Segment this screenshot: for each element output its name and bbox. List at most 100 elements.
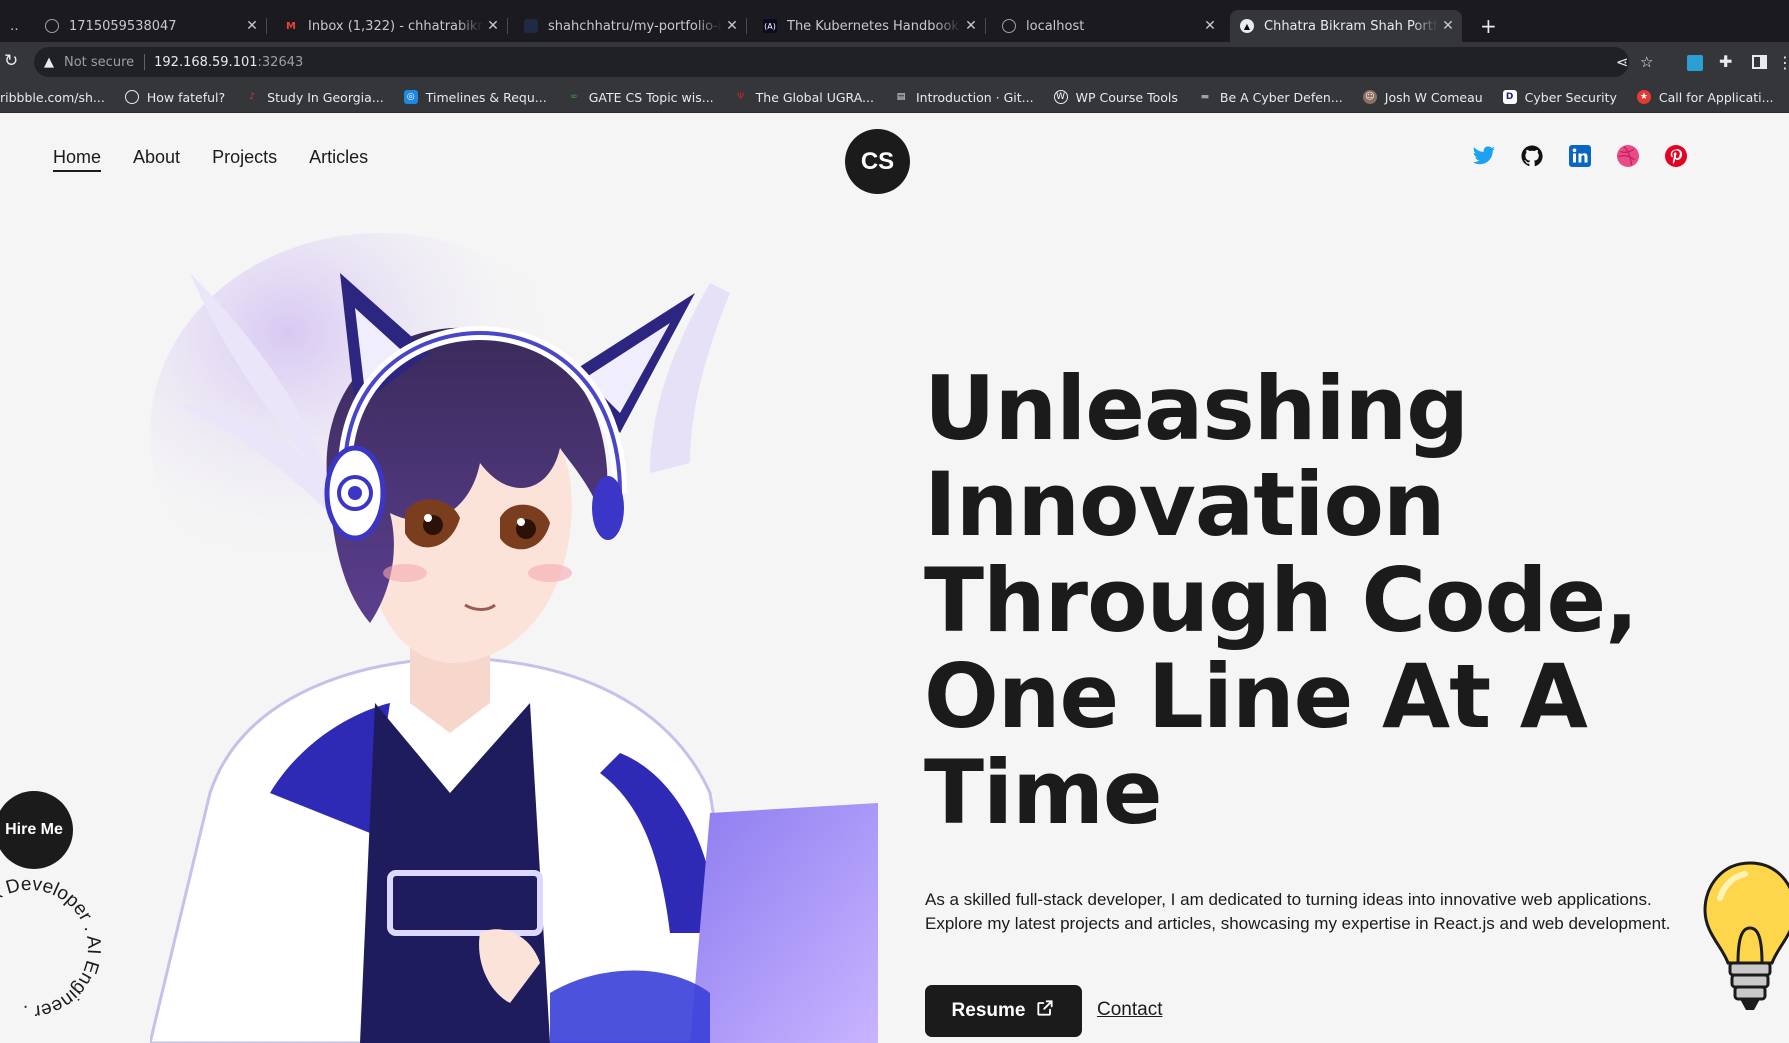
hero-headline: Unleashing Innovation Through Code, One … — [924, 357, 1639, 844]
bookmark-favicon: ★ — [1636, 90, 1651, 104]
bookmark-label: How fateful? — [146, 89, 226, 105]
freecodecamp-icon: (A) — [763, 19, 777, 33]
tab-1[interactable]: 1715059538047 ✕ — [35, 10, 267, 42]
window-title-bar — [0, 0, 1789, 10]
dribbble-icon[interactable] — [1616, 144, 1640, 168]
bookmark-label: ribbble.com/sh... — [0, 89, 105, 105]
site-logo[interactable]: CS — [845, 129, 910, 194]
bookmark-label: Call for Applicati... — [1658, 89, 1774, 105]
tab-2[interactable]: M Inbox (1,322) - chhatrabikram ✕ — [274, 10, 508, 42]
address-bar: ↻ ▲ Not secure 192.168.59.101 :32643 ⋖ ☆… — [0, 42, 1789, 82]
close-icon[interactable]: ✕ — [722, 18, 742, 34]
bookmark-item[interactable]: ★ Call for Applicati... — [1636, 89, 1774, 105]
bookmark-label: Timelines & Requ... — [425, 89, 547, 105]
close-icon[interactable]: ✕ — [1200, 18, 1220, 34]
portfolio-page: Home About Projects Articles CS Unleashi… — [0, 113, 1789, 1043]
pinterest-icon[interactable] — [1664, 144, 1688, 168]
github-icon — [524, 19, 538, 33]
bookmark-item[interactable]: ∞ GATE CS Topic wis... — [567, 90, 714, 105]
bookmark-item[interactable]: How fateful? — [124, 89, 226, 105]
tab-6-active[interactable]: ▲ Chhatra Bikram Shah Portfolio ✕ — [1230, 10, 1462, 42]
close-icon[interactable]: ✕ — [483, 18, 503, 34]
tab-title: localhost — [1026, 18, 1085, 34]
bookmark-label: GATE CS Topic wis... — [588, 89, 714, 105]
extension-icon[interactable] — [1687, 55, 1703, 71]
bookmark-item[interactable]: D Cyber Security — [1502, 89, 1617, 105]
contact-link[interactable]: Contact — [1097, 999, 1162, 1021]
bookmark-favicon: Ψ — [737, 92, 745, 102]
bookmark-label: Cyber Security — [1524, 89, 1617, 105]
avatar-icon: ☺ — [1362, 90, 1377, 104]
resume-button[interactable]: Resume — [925, 985, 1082, 1037]
close-icon[interactable]: ✕ — [242, 18, 262, 34]
vercel-icon: ▲ — [1240, 19, 1254, 33]
bookmark-label: Josh W Comeau — [1384, 89, 1483, 105]
new-tab-button[interactable]: + — [1480, 16, 1497, 36]
tab-title: 1715059538047 — [69, 18, 177, 34]
bookmark-label: Introduction · Git... — [915, 89, 1034, 105]
bookmark-favicon: ▬ — [1200, 92, 1210, 102]
bookmark-item[interactable]: W WP Course Tools — [1053, 89, 1178, 105]
bookmark-label: WP Course Tools — [1075, 89, 1178, 105]
url-field[interactable]: ▲ Not secure 192.168.59.101 :32643 ⋖ ☆ — [34, 47, 1653, 77]
tab-strip: … 1715059538047 ✕ M Inbox (1,322) - chha… — [0, 10, 1789, 42]
close-icon[interactable]: ✕ — [961, 18, 981, 34]
hire-me-button[interactable]: Hire Me — [0, 791, 73, 869]
lightbulb-icon — [1703, 861, 1789, 1010]
profile-icon[interactable]: ⋮ — [1777, 53, 1789, 72]
bookmark-item[interactable]: ▬ Be A Cyber Defen... — [1198, 90, 1343, 105]
bookmark-item[interactable]: ☺ Josh W Comeau — [1362, 89, 1483, 105]
globe-icon — [1002, 19, 1016, 33]
tab-3[interactable]: shahchhatru/my-portfolio-next ✕ — [514, 10, 747, 42]
url-port: :32643 — [257, 54, 304, 70]
anime-character-illustration — [150, 233, 878, 1043]
bookmark-item[interactable]: Ψ The Global UGRA... — [734, 90, 874, 105]
bookmark-favicon: ∞ — [569, 92, 578, 102]
bookmark-item[interactable]: ▤ Introduction · Git... — [894, 90, 1034, 105]
share-icon[interactable]: ⋖ — [1616, 47, 1629, 77]
star-icon[interactable]: ☆ — [1640, 47, 1653, 77]
badge-ring-text: Full Stack Developer . AI Engineer . — [0, 873, 105, 1023]
tab-title: Inbox (1,322) - chhatrabikram — [308, 18, 483, 34]
bookmark-favicon: ◎ — [403, 90, 418, 104]
svg-text:Full Stack Developer . AI Engi: Full Stack Developer . AI Engineer . — [0, 873, 105, 1023]
tab-title: Chhatra Bikram Shah Portfolio — [1264, 18, 1438, 34]
book-icon: ▤ — [896, 92, 906, 102]
bookmark-item[interactable]: ribbble.com/sh... — [0, 90, 105, 105]
warning-icon: ▲ — [44, 54, 54, 70]
hero-description: As a skilled full-stack developer, I am … — [925, 890, 1671, 933]
bookmarks-bar: ribbble.com/sh... How fateful? ♪ Study In… — [0, 82, 1789, 113]
bookmark-label: Be A Cyber Defen... — [1219, 89, 1343, 105]
bookmark-item[interactable]: ◎ Timelines & Requ... — [403, 89, 547, 105]
puzzle-icon[interactable]: ✚ — [1719, 52, 1732, 71]
tab-4[interactable]: (A) The Kubernetes Handbook – learn ✕ — [753, 10, 986, 42]
bookmark-label: Study In Georgia... — [267, 89, 384, 105]
twitter-icon[interactable] — [1472, 144, 1496, 168]
rotating-badge: Full Stack Developer . AI Engineer . — [0, 873, 105, 1023]
tab-title: The Kubernetes Handbook – learn — [787, 18, 961, 34]
reload-icon[interactable]: ↻ — [4, 52, 18, 70]
close-icon[interactable]: ✕ — [1438, 18, 1458, 34]
resume-label: Resume — [951, 1000, 1026, 1021]
main-nav: Home About Projects Articles — [53, 147, 368, 172]
bookmark-favicon: ♪ — [249, 92, 256, 102]
social-links — [1472, 144, 1688, 168]
tab-5[interactable]: localhost ✕ — [992, 10, 1224, 42]
tab-overflow[interactable]: … — [0, 10, 20, 42]
nav-about[interactable]: About — [133, 147, 180, 172]
bookmark-item[interactable]: ♪ Study In Georgia... — [245, 89, 384, 105]
nav-home[interactable]: Home — [53, 147, 102, 172]
side-panel-icon[interactable] — [1752, 55, 1767, 69]
globe-icon — [45, 19, 59, 33]
nav-articles[interactable]: Articles — [309, 147, 368, 172]
bookmark-label: The Global UGRA... — [755, 89, 874, 105]
github-icon[interactable] — [1520, 144, 1544, 168]
security-label: Not secure — [64, 54, 135, 70]
globe-icon — [124, 90, 139, 104]
nav-projects[interactable]: Projects — [212, 147, 277, 172]
external-link-icon — [1035, 998, 1055, 1024]
linkedin-icon[interactable] — [1568, 144, 1592, 168]
tab-title: shahchhatru/my-portfolio-next — [548, 18, 722, 34]
url-host: 192.168.59.101 — [154, 54, 258, 70]
wordpress-icon: W — [1053, 90, 1068, 104]
